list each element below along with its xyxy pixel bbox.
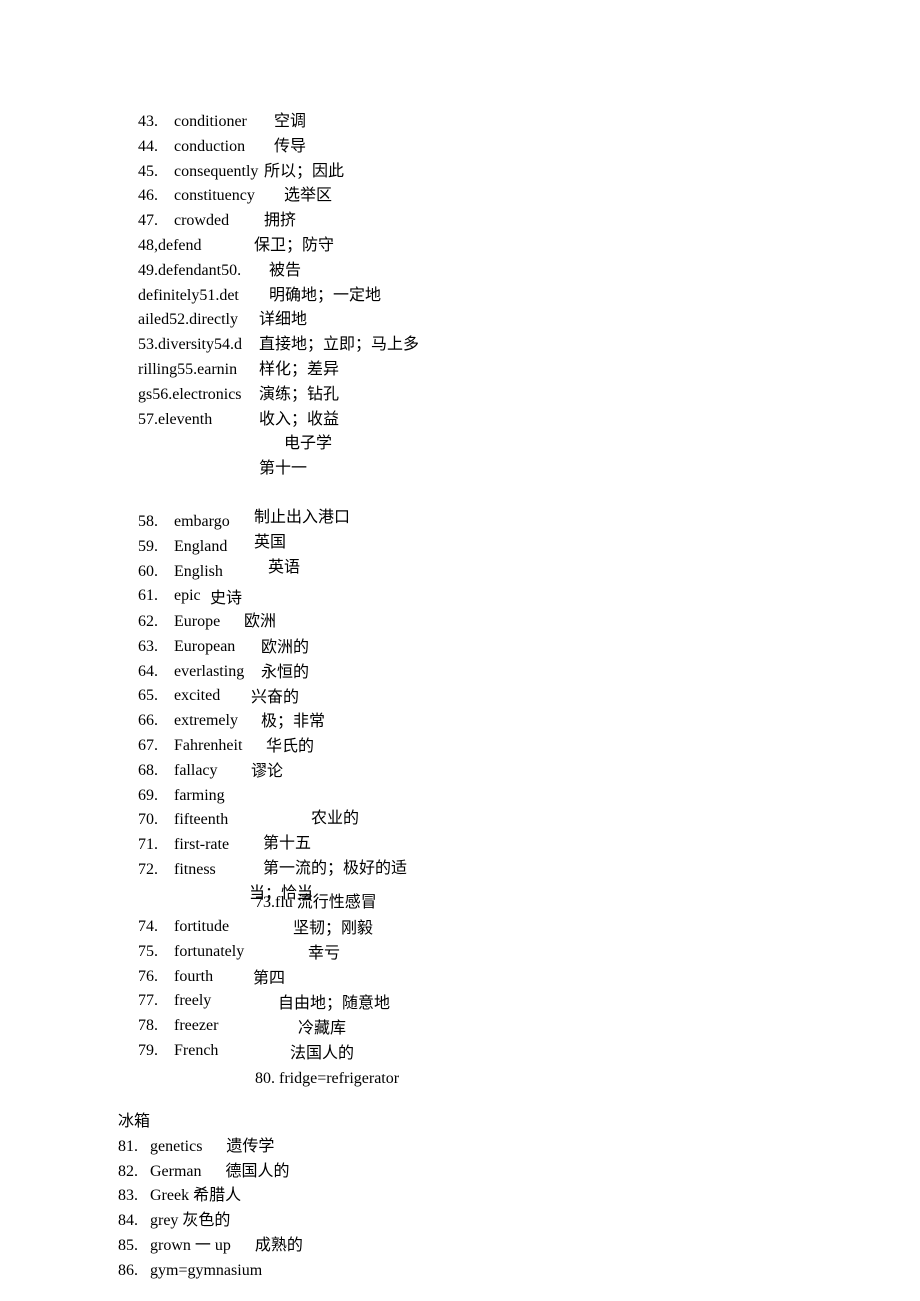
vocab-block-3: 62. 63. 64. 65. 66. 67. 68. 69. 70. 71. … — [138, 610, 920, 895]
chinese-col: 空调 传导 所以；因此 选举区 拥挤 保卫；防守 被告 明确地；一定地 详细地 … — [274, 110, 419, 482]
document-page: 43. 44. 45. 46. 47. conditioner conducti… — [0, 0, 920, 1301]
vocab-entry: 84. grey 灰色的 — [118, 1209, 920, 1234]
farming-definition: 农业的 — [311, 807, 359, 832]
definition-text: 传导 — [274, 135, 419, 160]
vocab-entry: 85. grown 一 up 成熟的 — [118, 1234, 920, 1259]
definition-text: 所以；因此 — [264, 160, 419, 185]
vocab-block-5: 冰箱 81. genetics 遗传学 82. German 德国人的 83. … — [118, 1110, 920, 1265]
numbers-col: 62. 63. 64. 65. 66. 67. 68. 69. 70. 71. … — [138, 610, 158, 883]
fortunately-definition: 幸亏 — [308, 942, 340, 967]
freezer-definition: 冷藏库 — [298, 1017, 346, 1042]
list-number: 45. — [138, 160, 158, 185]
fourth-definition: 第四 — [253, 967, 285, 992]
definition-text: 第十一 — [259, 457, 419, 482]
list-number: 76. — [138, 965, 158, 990]
vocab-entry: 82. German 德国人的 — [118, 1160, 920, 1185]
definition-text: 样化；差异 — [259, 358, 419, 383]
vocab-block-1: 43. 44. 45. 46. 47. conditioner conducti… — [138, 110, 920, 510]
definition-text: 英国 — [254, 531, 350, 556]
definition-text: 直接地；立即；马上多 — [259, 333, 419, 358]
numbers-col: 58. 59. 60. 61. — [138, 510, 158, 609]
definition-text: 兴奋的 — [251, 686, 325, 711]
vocab-block-4: 73.flu 流行性感冒 74. 75. 76. 77. 78. 79. for… — [138, 895, 920, 1110]
french-definition: 法国人的 — [290, 1042, 354, 1067]
list-number: 75. — [138, 940, 158, 965]
list-number: 63. — [138, 635, 158, 660]
definition-text: 保卫；防守 — [254, 234, 419, 259]
list-number: 79. — [138, 1039, 158, 1064]
vocab-entry: 83. Greek 希腊人 — [118, 1184, 920, 1209]
vocab-entry: 86. gym=gymnasium — [118, 1259, 920, 1284]
numbers-col: 74. 75. 76. 77. 78. 79. — [138, 915, 158, 1064]
definition-text: 选举区 — [284, 184, 419, 209]
list-number: 67. — [138, 734, 158, 759]
definition-text: 谬论 — [251, 760, 325, 785]
list-number: 58. — [138, 510, 158, 535]
fridge-entry: 80. fridge=refrigerator — [255, 1067, 399, 1092]
chinese-col-right: 欧洲的 永恒的 兴奋的 极；非常 华氏的 谬论 — [261, 636, 325, 785]
english-col-wrapped: 48,defend 49.defendant50. definitely51.d… — [138, 234, 258, 432]
list-number: 43. — [138, 110, 158, 135]
list-number: 62. — [138, 610, 158, 635]
list-number: 77. — [138, 989, 158, 1014]
definition-text: 演练；钻孔 — [259, 383, 419, 408]
list-number: 65. — [138, 684, 158, 709]
english-col: Europe European everlasting excited extr… — [174, 610, 244, 883]
definition-text: 英语 — [268, 556, 350, 581]
definition-text: 收入；收益 — [259, 408, 419, 433]
definition-text: 拥挤 — [264, 209, 419, 234]
definition-text: 极；非常 — [261, 710, 325, 735]
list-number: 64. — [138, 660, 158, 685]
definition-text: 永恒的 — [261, 661, 325, 686]
list-number: 72. — [138, 858, 158, 883]
chinese-col: 制止出入港口 英国 英语 — [254, 506, 350, 580]
list-number: 69. — [138, 784, 158, 809]
definition-text: 制止出入港口 — [254, 506, 350, 531]
vocab-entry: 81. genetics 遗传学 — [118, 1135, 920, 1160]
definition-text: 明确地；一定地 — [269, 284, 419, 309]
list-number: 68. — [138, 759, 158, 784]
list-number: 44. — [138, 135, 158, 160]
definition-text: 详细地 — [259, 308, 419, 333]
numbers-col: 43. 44. 45. 46. 47. — [138, 110, 158, 234]
english-col-top: conditioner conduction consequently cons… — [174, 110, 258, 234]
english-col: fortitude fortunately fourth freely free… — [174, 915, 244, 1064]
definition-text: 第一流的；极好的适 — [263, 857, 407, 882]
definition-text: 被告 — [269, 259, 419, 284]
definition-text: 电子学 — [284, 432, 419, 457]
europe-definition: 欧洲 — [244, 610, 276, 635]
list-number: 60. — [138, 560, 158, 585]
list-number: 78. — [138, 1014, 158, 1039]
definition-text: 空调 — [274, 110, 419, 135]
list-number: 66. — [138, 709, 158, 734]
list-number: 74. — [138, 915, 158, 940]
definition-text: 欧洲的 — [261, 636, 325, 661]
definition-text: 华氏的 — [266, 735, 325, 760]
list-number: 71. — [138, 833, 158, 858]
vocab-block-2: 58. 59. 60. 61. embargo England English … — [138, 510, 920, 610]
list-number: 61. — [138, 584, 158, 609]
list-number: 46. — [138, 184, 158, 209]
list-number: 70. — [138, 808, 158, 833]
fridge-definition: 冰箱 — [118, 1110, 920, 1135]
list-number: 59. — [138, 535, 158, 560]
epic-definition: 史诗 — [210, 587, 242, 612]
list-number: 47. — [138, 209, 158, 234]
definition-text: 第十五 — [263, 832, 407, 857]
fortitude-definition: 坚韧；刚毅 — [293, 917, 373, 942]
freely-definition: 自由地；随意地 — [278, 992, 390, 1017]
flu-entry: 73.flu 流行性感冒 — [255, 891, 377, 916]
